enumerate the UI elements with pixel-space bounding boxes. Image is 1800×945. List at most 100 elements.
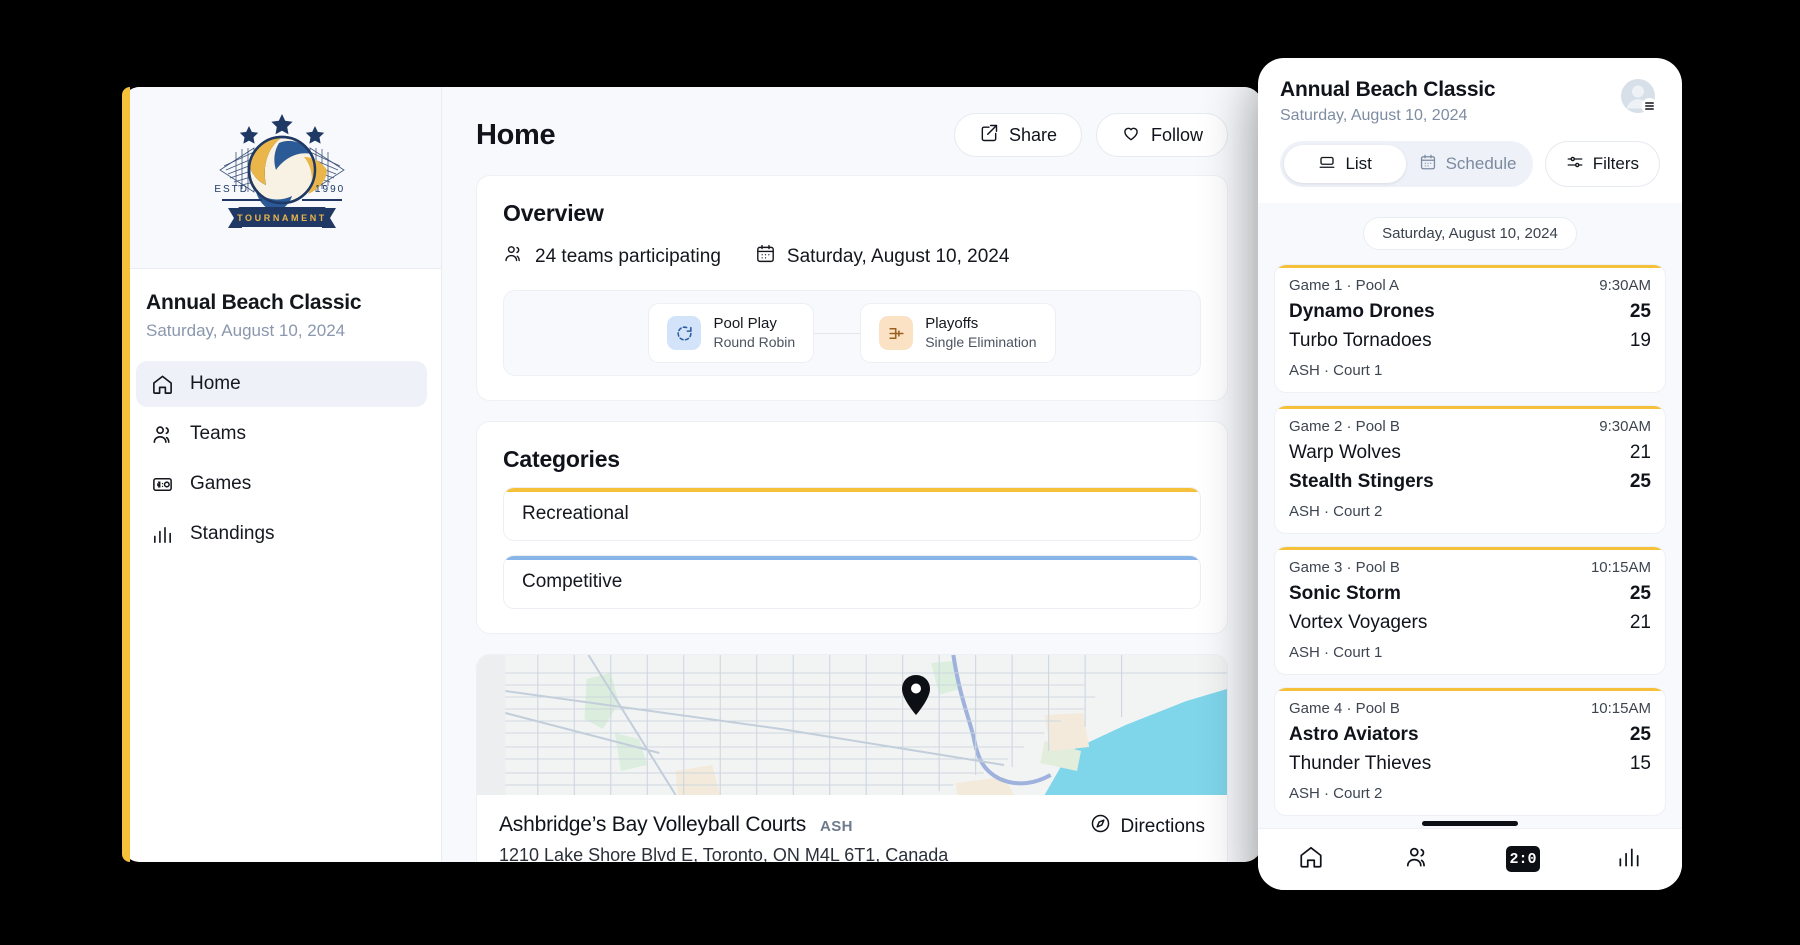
category-row-competitive[interactable]: Competitive bbox=[503, 555, 1201, 609]
game-card-top: Game 1 · Pool A 9:30AM bbox=[1289, 277, 1651, 294]
overview-title: Overview bbox=[503, 200, 604, 226]
sidebar-tournament-name: Annual Beach Classic bbox=[146, 291, 362, 314]
tab-schedule[interactable]: Schedule bbox=[1406, 145, 1528, 183]
format-chip-playoffs[interactable]: Playoffs Single Elimination bbox=[860, 302, 1056, 364]
round-robin-icon bbox=[667, 316, 702, 350]
bottom-nav-games[interactable]: 2:0 bbox=[1501, 840, 1545, 878]
bottom-nav-standings[interactable] bbox=[1607, 840, 1651, 878]
game-header: Game 1 · Pool A bbox=[1289, 277, 1400, 294]
team-name: Thunder Thieves bbox=[1289, 753, 1432, 774]
avatar[interactable] bbox=[1618, 76, 1660, 118]
window-accent-strip bbox=[122, 87, 130, 862]
team-score: 21 bbox=[1629, 612, 1651, 633]
bar-chart-icon bbox=[1616, 844, 1642, 875]
team-name: Astro Aviators bbox=[1289, 724, 1419, 745]
game-card[interactable]: Game 4 · Pool B 10:15AM Astro Aviators 2… bbox=[1274, 687, 1666, 816]
format-connector bbox=[814, 332, 861, 334]
game-header: Game 4 · Pool B bbox=[1289, 700, 1400, 717]
game-team-row: Warp Wolves 21 bbox=[1289, 442, 1651, 464]
game-card[interactable]: Game 2 · Pool B 9:30AM Warp Wolves 21 St… bbox=[1274, 405, 1666, 534]
game-team-row: Dynamo Drones 25 bbox=[1289, 301, 1651, 323]
game-card-top: Game 2 · Pool B 9:30AM bbox=[1289, 418, 1651, 435]
list-icon bbox=[1318, 153, 1336, 176]
venue-text: Ashbridge’s Bay Volleyball Courts ASH 12… bbox=[499, 813, 948, 862]
map-pin-icon bbox=[901, 675, 931, 715]
scoreboard-icon: 2:0 bbox=[1506, 846, 1540, 873]
sidebar-item-label: Teams bbox=[190, 423, 246, 444]
team-name: Turbo Tornadoes bbox=[1289, 330, 1432, 351]
directions-button[interactable]: Directions bbox=[1090, 813, 1205, 840]
sidebar-item-home[interactable]: Home bbox=[136, 361, 427, 407]
logo-estd-label: ESTD bbox=[214, 184, 249, 195]
main-scroll-area[interactable]: Overview 24 teams participating Saturday… bbox=[442, 175, 1262, 862]
format-chip-pool-play[interactable]: Pool Play Round Robin bbox=[648, 302, 815, 364]
follow-button[interactable]: Follow bbox=[1095, 113, 1228, 157]
game-card[interactable]: Game 3 · Pool B 10:15AM Sonic Storm 25 V… bbox=[1274, 546, 1666, 675]
sidebar-item-games[interactable]: Games bbox=[136, 461, 427, 507]
map-graphic bbox=[477, 655, 1227, 795]
mobile-subtitle: Saturday, August 10, 2024 bbox=[1280, 107, 1468, 124]
categories-title: Categories bbox=[503, 446, 620, 472]
filters-label: Filters bbox=[1592, 154, 1639, 173]
main-header: Home Share Follow bbox=[442, 87, 1262, 175]
sidebar: ESTD 1990 TOURNAMENT Annual Beach Classi… bbox=[122, 87, 442, 862]
category-row-recreational[interactable]: Recreational bbox=[503, 487, 1201, 541]
scoreboard-icon bbox=[150, 472, 174, 496]
team-name: Stealth Stingers bbox=[1289, 471, 1434, 492]
sidebar-item-teams[interactable]: Teams bbox=[136, 411, 427, 457]
logo-year-label: 1990 bbox=[315, 184, 345, 195]
team-name: Warp Wolves bbox=[1289, 442, 1401, 463]
home-icon bbox=[150, 372, 174, 396]
filters-button[interactable]: Filters bbox=[1544, 141, 1660, 187]
scoreboard-label: 2:0 bbox=[1509, 850, 1537, 868]
tab-schedule-label: Schedule bbox=[1445, 154, 1517, 173]
team-name: Sonic Storm bbox=[1289, 583, 1401, 604]
view-segmented-control: List Schedule bbox=[1280, 141, 1533, 187]
venue-code-badge: ASH bbox=[820, 818, 853, 835]
people-icon bbox=[150, 422, 174, 446]
categories-card: Categories Recreational Competitive bbox=[476, 421, 1228, 634]
game-time: 9:30AM bbox=[1599, 418, 1651, 435]
game-time: 9:30AM bbox=[1599, 277, 1651, 294]
team-score: 15 bbox=[1629, 753, 1651, 774]
calendar-icon bbox=[755, 243, 776, 270]
share-button[interactable]: Share bbox=[953, 113, 1082, 157]
game-venue: ASH · Court 1 bbox=[1289, 644, 1383, 661]
format-chip-text: Pool Play Round Robin bbox=[713, 315, 795, 352]
sidebar-item-label: Games bbox=[190, 473, 252, 494]
format-chip-text: Playoffs Single Elimination bbox=[925, 315, 1036, 352]
venue-name-row: Ashbridge’s Bay Volleyball Courts ASH bbox=[499, 813, 948, 837]
game-card-top: Game 4 · Pool B 10:15AM bbox=[1289, 700, 1651, 717]
game-team-row: Turbo Tornadoes 19 bbox=[1289, 330, 1651, 352]
teams-count-label: 24 teams participating bbox=[535, 245, 721, 267]
format-chip-title: Pool Play bbox=[713, 314, 777, 332]
main-content: Home Share Follow Overview 24 teams part… bbox=[442, 87, 1262, 862]
bottom-nav-home[interactable] bbox=[1289, 840, 1333, 878]
venue-address: 1210 Lake Shore Blvd E, Toronto, ON M4L … bbox=[499, 845, 949, 862]
format-band: Pool Play Round Robin Playoffs Single El… bbox=[503, 290, 1201, 376]
sidebar-item-standings[interactable]: Standings bbox=[136, 511, 427, 557]
overview-card: Overview 24 teams participating Saturday… bbox=[476, 175, 1228, 401]
game-card[interactable]: Game 1 · Pool A 9:30AM Dynamo Drones 25 … bbox=[1274, 264, 1666, 393]
people-icon bbox=[1404, 844, 1430, 875]
bottom-nav-teams[interactable] bbox=[1395, 840, 1439, 878]
team-score: 25 bbox=[1629, 724, 1651, 745]
game-team-row: Thunder Thieves 15 bbox=[1289, 753, 1651, 775]
teams-count: 24 teams participating bbox=[503, 243, 721, 270]
follow-button-label: Follow bbox=[1150, 124, 1203, 145]
team-score: 25 bbox=[1629, 471, 1651, 492]
games-list[interactable]: Saturday, August 10, 2024 Game 1 · Pool … bbox=[1258, 203, 1682, 828]
mobile-title: Annual Beach Classic bbox=[1280, 78, 1496, 101]
team-score: 25 bbox=[1629, 301, 1651, 322]
venue-map[interactable] bbox=[477, 655, 1227, 795]
tournament-logo: ESTD 1990 TOURNAMENT bbox=[192, 108, 372, 248]
people-icon bbox=[503, 243, 524, 270]
navigation-icon bbox=[1090, 813, 1111, 840]
event-date: Saturday, August 10, 2024 bbox=[755, 243, 1009, 270]
game-team-row: Sonic Storm 25 bbox=[1289, 583, 1651, 605]
tab-list[interactable]: List bbox=[1284, 145, 1407, 183]
game-team-row: Vortex Voyagers 21 bbox=[1289, 612, 1651, 634]
team-name: Vortex Voyagers bbox=[1289, 612, 1428, 633]
mobile-bottom-nav: 2:0 bbox=[1258, 827, 1682, 890]
sidebar-tournament-date: Saturday, August 10, 2024 bbox=[146, 321, 346, 340]
